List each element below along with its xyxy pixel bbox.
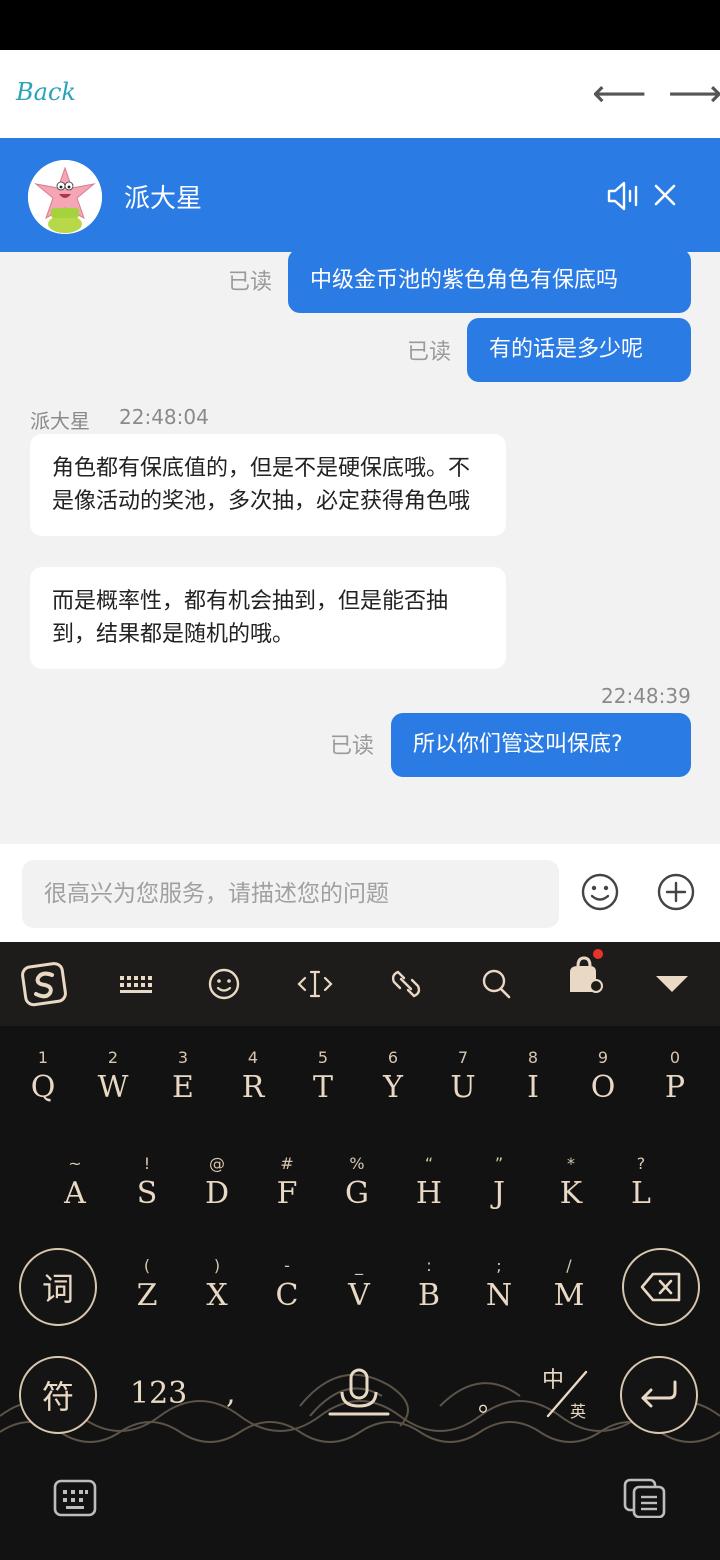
clipboard-icon[interactable] (622, 1478, 668, 1518)
key-t[interactable]: 5T (288, 1048, 358, 1108)
notification-dot (593, 949, 603, 959)
key-g[interactable]: % G (322, 1154, 392, 1214)
nav-forward-arrow-icon[interactable]: ⟶ (668, 68, 720, 118)
clipboard-link-icon[interactable] (384, 962, 428, 1006)
outgoing-message[interactable]: 所以你们管这叫保底? (391, 713, 691, 777)
emoji-icon[interactable] (202, 962, 246, 1006)
key-j[interactable]: ” J (464, 1154, 534, 1214)
key-f[interactable]: # F (252, 1154, 322, 1214)
key-n[interactable]: ; N (464, 1256, 534, 1316)
close-icon[interactable] (652, 182, 678, 208)
search-icon[interactable] (474, 962, 518, 1006)
key-s[interactable]: ! S (112, 1154, 182, 1214)
read-status: 已读 (330, 734, 375, 759)
number-key[interactable]: 123 (130, 1376, 187, 1411)
skin-theme-icon[interactable] (560, 948, 610, 998)
key-q[interactable]: 1Q (8, 1048, 78, 1108)
backspace-icon (640, 1272, 681, 1302)
key-y[interactable]: 6Y (358, 1048, 428, 1108)
key-e[interactable]: 3E (148, 1048, 218, 1108)
speaker-icon[interactable] (606, 180, 642, 212)
status-bar (0, 0, 720, 50)
period-key[interactable]: 。 (478, 1382, 504, 1419)
keyboard-toolbar (0, 942, 720, 1026)
keyboard-switch-icon[interactable] (52, 1478, 98, 1518)
agent-name: 派大星 (124, 184, 203, 214)
message-time: 22:48:39 (601, 684, 691, 708)
word-key[interactable]: 词 (19, 1248, 97, 1326)
emoji-icon[interactable] (580, 872, 620, 912)
starfish-avatar-icon (28, 160, 102, 234)
enter-icon (641, 1380, 677, 1408)
enter-key[interactable] (620, 1356, 698, 1434)
key-i[interactable]: 8I (498, 1048, 568, 1108)
key-o[interactable]: 9O (568, 1048, 638, 1108)
key-a[interactable]: ~ A (40, 1154, 110, 1214)
browser-nav-bar: Back ⟵ ⟶ (0, 50, 720, 138)
nav-back-arrow-icon[interactable]: ⟵ (592, 68, 646, 118)
key-k[interactable]: * K (536, 1154, 606, 1214)
key-l[interactable]: ? L (606, 1154, 676, 1214)
cursor-move-icon[interactable] (293, 962, 337, 1006)
soft-keyboard: 1Q 2W 3E 4R 5T 6Y 7U 8I 9O 0P ~ A ! S @ D #… (0, 942, 720, 1450)
incoming-message[interactable]: 而是概率性，都有机会抽到，但是能否抽到，结果都是随机的哦。 (30, 567, 506, 669)
read-status: 已读 (407, 340, 452, 365)
chat-header: 派大星 (0, 138, 720, 252)
key-c[interactable]: -C (252, 1256, 322, 1316)
comma-key[interactable]: , (226, 1376, 236, 1411)
key-d[interactable]: @ D (182, 1154, 252, 1214)
key-u[interactable]: 7U (428, 1048, 498, 1108)
lang-en-label: 英 (570, 1402, 587, 1421)
sender-name: 派大星 (30, 409, 90, 433)
chat-message-list[interactable]: 已读 中级金币池的紫色角色有保底吗 已读 有的话是多少呢 派大星 22:48:0… (0, 252, 720, 844)
message-input-bar (0, 844, 720, 942)
message-input[interactable] (22, 860, 559, 928)
key-r[interactable]: 4R (218, 1048, 288, 1108)
collapse-keyboard-icon[interactable] (650, 962, 694, 1006)
key-x[interactable]: ) X (182, 1256, 252, 1316)
back-button[interactable]: Back (16, 78, 76, 106)
key-v[interactable]: _ V (324, 1256, 394, 1316)
read-status: 已读 (228, 270, 273, 295)
outgoing-message[interactable]: 有的话是多少呢 (467, 318, 691, 382)
keyboard-layout-icon[interactable] (112, 962, 156, 1006)
outgoing-message[interactable]: 中级金币池的紫色角色有保底吗 (288, 252, 691, 313)
plus-icon[interactable] (656, 872, 696, 912)
key-b[interactable]: :B (394, 1256, 464, 1316)
microphone-icon[interactable] (328, 1366, 390, 1422)
key-p[interactable]: 0P (638, 1048, 712, 1108)
symbol-key[interactable]: 符 (19, 1356, 97, 1434)
message-time: 22:48:04 (119, 405, 209, 429)
key-w[interactable]: 2W (78, 1048, 148, 1108)
language-switch-key[interactable]: 中 英 (536, 1362, 596, 1426)
key-h[interactable]: “H (394, 1154, 464, 1214)
incoming-message[interactable]: 角色都有保底值的，但是不是硬保底哦。不是像活动的奖池，多次抽，必定获得角色哦 (30, 434, 506, 536)
key-m[interactable]: / M (534, 1256, 604, 1316)
sogou-logo-icon[interactable] (20, 959, 70, 1009)
key-z[interactable]: (Z (112, 1256, 182, 1316)
backspace-key[interactable] (622, 1248, 700, 1326)
system-nav-bar (0, 1450, 720, 1560)
agent-avatar[interactable] (28, 160, 102, 234)
